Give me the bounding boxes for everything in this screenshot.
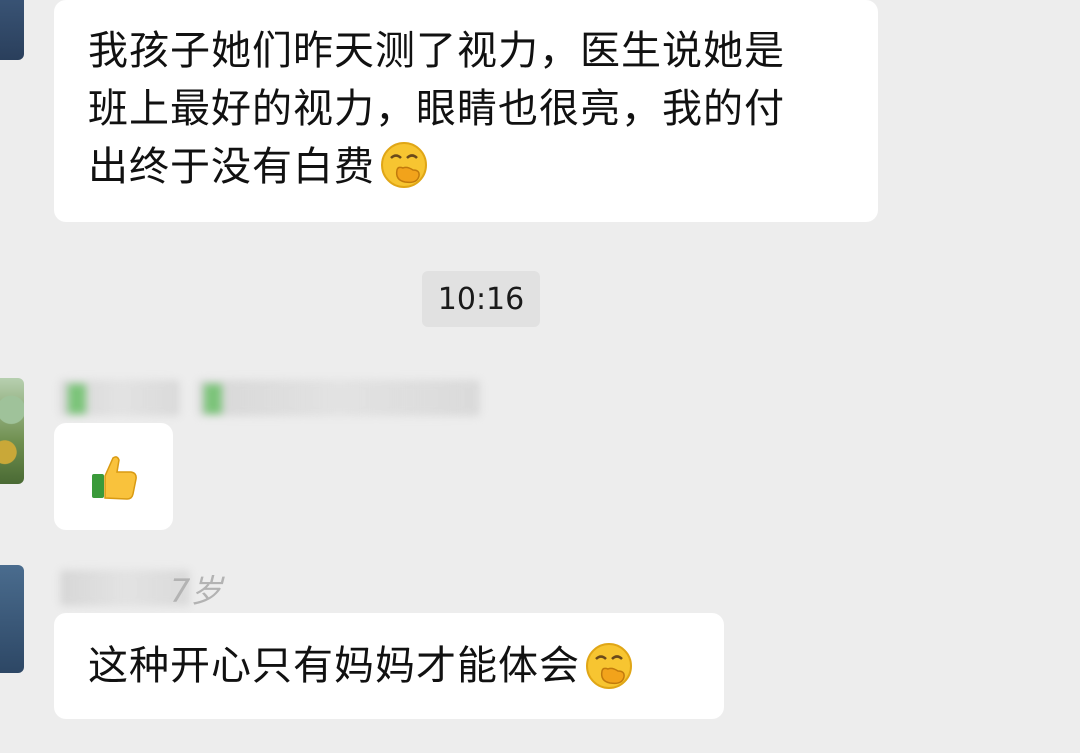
- message-text-line: 我孩子她们昨天测了视力，医生说她是: [88, 28, 785, 74]
- message-text: 这种开心只有妈妈才能体会: [88, 643, 580, 689]
- sender-name-blurred: [198, 380, 480, 416]
- sender-avatar[interactable]: [0, 565, 24, 673]
- sender-name-partial: 7岁: [170, 572, 223, 610]
- sender-avatar[interactable]: [0, 378, 24, 484]
- sender-avatar[interactable]: [0, 0, 24, 60]
- message-bubble[interactable]: [54, 423, 173, 530]
- time-divider: 10:16: [422, 271, 540, 327]
- message-text-line: 出终于没有白费: [88, 138, 844, 196]
- message-bubble[interactable]: 我孩子她们昨天测了视力，医生说她是 班上最好的视力，眼睛也很亮，我的付 出终于没…: [54, 0, 878, 222]
- hand-over-mouth-emoji-icon: [586, 643, 632, 689]
- thumbs-up-icon: [91, 455, 137, 500]
- hand-over-mouth-emoji-icon: [381, 142, 427, 188]
- sender-name-blurred: [60, 380, 180, 416]
- message-text-line: 班上最好的视力，眼睛也很亮，我的付: [88, 86, 785, 132]
- message-bubble[interactable]: 这种开心只有妈妈才能体会: [54, 613, 724, 719]
